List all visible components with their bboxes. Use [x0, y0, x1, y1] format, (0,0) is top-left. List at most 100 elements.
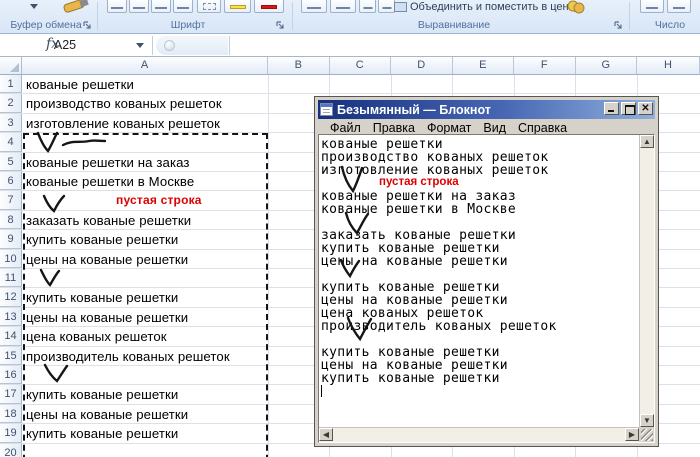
column-header-C[interactable]: C	[330, 57, 391, 74]
notepad-title: Безымянный — Блокнот	[337, 102, 491, 117]
row-header-4[interactable]: 4	[0, 133, 22, 152]
name-box-dropdown-icon[interactable]	[136, 43, 144, 48]
row-header-7[interactable]: 7	[0, 191, 22, 210]
formula-input[interactable]	[230, 35, 700, 56]
format-painter-icon[interactable]	[58, 0, 92, 15]
menu-item-4[interactable]: Справка	[513, 121, 574, 135]
scroll-up-icon[interactable]: ▲	[640, 135, 654, 148]
column-header-B[interactable]: B	[268, 57, 330, 74]
ribbon: Объединить и поместить в центре Буфер об…	[0, 0, 700, 34]
dialog-launcher-icon[interactable]	[275, 20, 285, 30]
notepad-line: изготовление кованых решеток	[321, 163, 549, 178]
borders-button[interactable]	[197, 0, 221, 13]
gridline	[267, 75, 269, 457]
fx-icon[interactable]: fx	[46, 36, 59, 52]
group-label-font: Шрифт	[170, 19, 206, 31]
row-header-2[interactable]: 2	[0, 94, 22, 113]
table-row: 1 кованые решетки	[0, 75, 700, 95]
ribbon-button[interactable]	[330, 0, 356, 13]
cell-A3[interactable]: изготовление кованых решеток	[22, 114, 268, 132]
column-header-F[interactable]: F	[514, 57, 576, 74]
name-box[interactable]: A25	[0, 35, 152, 56]
row-header-13[interactable]: 13	[0, 307, 22, 327]
notepad-client-area: кованые решетки производство кованых реше…	[318, 134, 655, 443]
insert-function-area	[156, 36, 228, 55]
row-header-11[interactable]: 11	[0, 269, 22, 288]
column-header-A[interactable]: A	[22, 57, 268, 74]
ribbon-button[interactable]	[667, 0, 691, 13]
merge-center-button[interactable]: Объединить и поместить в центре	[410, 0, 578, 12]
ribbon-button[interactable]	[173, 0, 193, 13]
menu-item-1[interactable]: Правка	[368, 121, 422, 135]
ribbon-button[interactable]	[107, 0, 127, 13]
row-header-8[interactable]: 8	[0, 210, 22, 230]
row-header-19[interactable]: 19	[0, 424, 22, 443]
excel-red-annotation: пустая строка	[116, 193, 202, 207]
row-header-6[interactable]: 6	[0, 172, 22, 191]
column-header-H[interactable]: H	[637, 57, 700, 74]
copy-selection-marching-ants	[22, 132, 268, 457]
dialog-launcher-icon[interactable]	[613, 20, 623, 30]
row-header-17[interactable]: 17	[0, 385, 22, 404]
close-button[interactable]	[638, 102, 653, 115]
select-all-corner[interactable]	[0, 57, 22, 74]
row-header-3[interactable]: 3	[0, 113, 22, 133]
cell-A2[interactable]: производство кованых решеток	[22, 94, 268, 112]
row-header-20[interactable]: 20	[0, 443, 22, 457]
row-header-14[interactable]: 14	[0, 327, 22, 346]
increase-indent-button[interactable]	[378, 0, 395, 13]
formula-bar: A25 fx	[0, 35, 700, 57]
notepad-line: производитель кованых решеток	[321, 319, 557, 334]
decrease-indent-button[interactable]	[359, 0, 376, 13]
group-label-number: Число	[654, 19, 686, 31]
font-color-button[interactable]	[254, 0, 284, 13]
insert-function-button[interactable]	[164, 40, 175, 51]
column-header-G[interactable]: G	[576, 57, 637, 74]
notepad-icon	[320, 103, 333, 116]
paste-dropdown-arrow-icon[interactable]	[30, 4, 38, 9]
minimize-button[interactable]	[604, 102, 619, 115]
scroll-right-icon[interactable]: ▶	[625, 428, 639, 441]
maximize-button[interactable]	[621, 102, 636, 115]
name-box-value: A25	[53, 38, 77, 52]
resize-grip[interactable]	[639, 427, 654, 442]
row-header-10[interactable]: 10	[0, 249, 22, 268]
notepad-line: цены на кованые решетки	[321, 254, 508, 269]
fill-color-button[interactable]	[224, 0, 251, 13]
merge-center-icon[interactable]	[394, 2, 407, 12]
row-header-16[interactable]: 16	[0, 366, 22, 385]
notepad-red-annotation: пустая строка	[379, 176, 459, 188]
horizontal-scrollbar[interactable]: ◀ ▶	[319, 427, 639, 442]
text-cursor	[321, 385, 322, 397]
row-header-18[interactable]: 18	[0, 404, 22, 424]
notepad-title-bar[interactable]: Безымянный — Блокнот	[318, 100, 655, 119]
row-header-9[interactable]: 9	[0, 230, 22, 249]
ribbon-button[interactable]	[301, 0, 327, 13]
menu-item-3[interactable]: Вид	[478, 121, 513, 135]
group-label-alignment: Выравнивание	[417, 19, 491, 31]
menu-item-2[interactable]: Формат	[422, 121, 478, 135]
ribbon-button[interactable]	[151, 0, 171, 13]
scroll-left-icon[interactable]: ◀	[319, 428, 333, 441]
notepad-window: Безымянный — Блокнот ФайлПравкаФорматВид…	[314, 96, 659, 447]
row-header-5[interactable]: 5	[0, 152, 22, 171]
cell-A1[interactable]: кованые решетки	[22, 75, 268, 93]
ribbon-button[interactable]	[640, 0, 664, 13]
column-header-E[interactable]: E	[453, 57, 514, 74]
column-headers: ABCDEFGH	[0, 57, 700, 75]
scroll-down-icon[interactable]: ▼	[640, 414, 654, 427]
column-header-D[interactable]: D	[391, 57, 453, 74]
notepad-text-area[interactable]: кованые решетки производство кованых реше…	[319, 135, 639, 427]
vertical-scrollbar[interactable]: ▲ ▼	[639, 135, 654, 427]
notepad-line: кованые решетки в Москве	[321, 202, 517, 217]
currency-icon[interactable]	[566, 0, 586, 14]
row-header-15[interactable]: 15	[0, 346, 22, 365]
row-header-12[interactable]: 12	[0, 288, 22, 307]
merge-center-label: Объединить и поместить в центре	[410, 1, 578, 12]
menu-item-0[interactable]: Файл	[325, 121, 368, 135]
group-label-clipboard: Буфер обмена	[10, 19, 82, 31]
ribbon-button[interactable]	[129, 0, 149, 13]
notepad-line: купить кованые решетки	[321, 371, 500, 386]
row-header-1[interactable]: 1	[0, 75, 22, 94]
dialog-launcher-icon[interactable]	[82, 20, 92, 30]
